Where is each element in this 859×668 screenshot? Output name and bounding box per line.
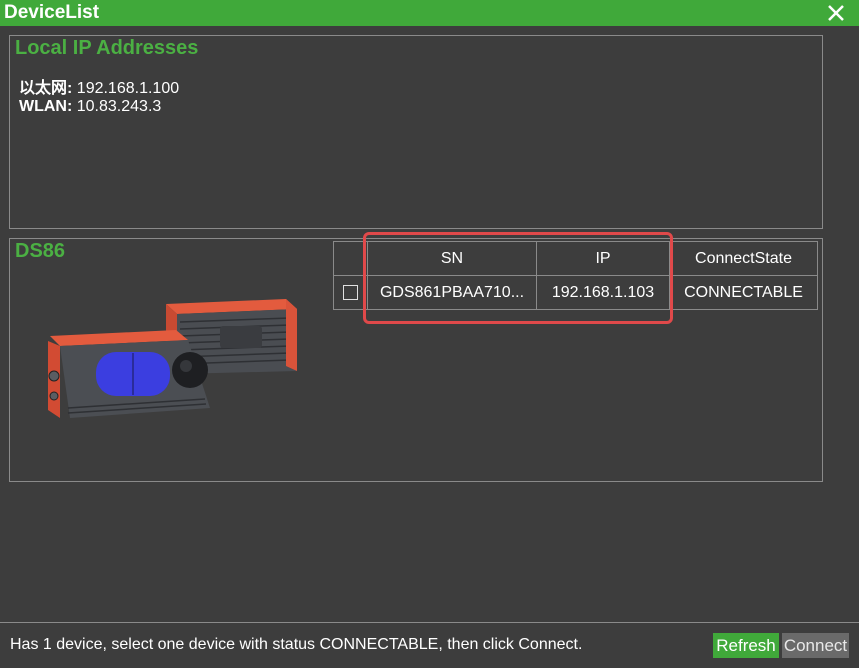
- title-bar: DeviceList: [0, 0, 859, 26]
- local-ip-title: Local IP Addresses: [15, 37, 199, 59]
- local-ip-group: Local IP Addresses 以太网: 192.168.1.100 WL…: [9, 35, 823, 229]
- table-header-row: SN IP ConnectState: [333, 241, 818, 276]
- device-table: SN IP ConnectState GDS861PBAA710... 192.…: [333, 241, 818, 310]
- wlan-ip-value: 10.83.243.3: [72, 98, 162, 115]
- ip-cell[interactable]: 192.168.1.103: [536, 275, 670, 310]
- state-cell[interactable]: CONNECTABLE: [669, 275, 818, 310]
- select-column-header: [333, 241, 368, 276]
- device-checkbox[interactable]: [343, 284, 358, 300]
- device-group-title: DS86: [15, 240, 66, 262]
- row-select-cell[interactable]: [333, 275, 368, 310]
- wlan-label: WLAN:: [19, 98, 73, 115]
- sn-column-header[interactable]: SN: [367, 241, 537, 276]
- wlan-ip-line: WLAN: 10.83.243.3: [19, 98, 161, 116]
- camera-image: [40, 296, 300, 426]
- state-column-header[interactable]: ConnectState: [669, 241, 818, 276]
- status-divider: [0, 622, 859, 623]
- ip-column-header[interactable]: IP: [536, 241, 670, 276]
- refresh-button[interactable]: Refresh: [713, 633, 779, 658]
- sn-cell[interactable]: GDS861PBAA710...: [367, 275, 537, 310]
- ethernet-ip-value: 192.168.1.100: [72, 80, 180, 97]
- connect-button[interactable]: Connect: [782, 633, 849, 658]
- ethernet-ip-line: 以太网: 192.168.1.100: [19, 74, 179, 98]
- window-title: DeviceList: [4, 2, 100, 23]
- status-message: Has 1 device, select one device with sta…: [10, 636, 583, 653]
- close-icon[interactable]: [825, 2, 847, 24]
- ethernet-label: 以太网:: [19, 80, 73, 97]
- table-row[interactable]: GDS861PBAA710... 192.168.1.103 CONNECTAB…: [333, 275, 818, 310]
